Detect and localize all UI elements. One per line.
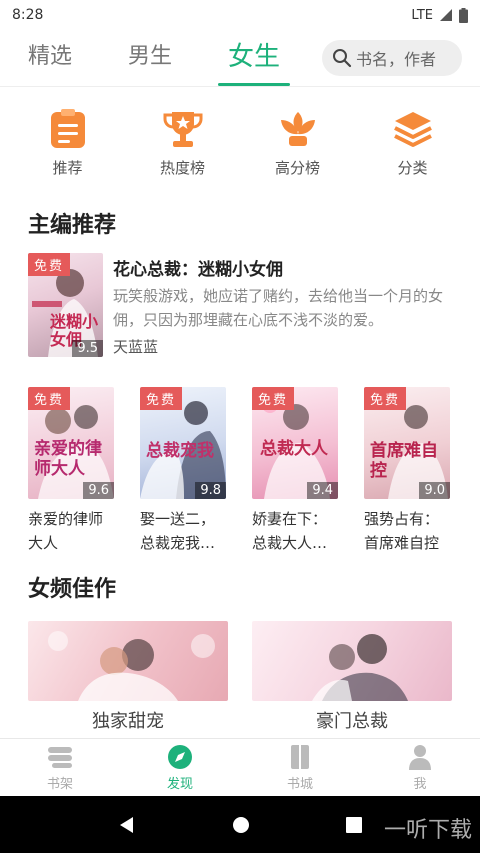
nav-me[interactable]: 我 [380, 743, 460, 792]
grid-book[interactable]: 总裁大人 免费 9.4 娇妻在下：总裁大人… [252, 387, 340, 555]
banner-wealthy-ceo[interactable]: 豪门总裁 [252, 621, 452, 733]
featured-title[interactable]: 花心总裁：迷糊小女佣 [113, 255, 452, 280]
bottom-nav-bar: 书架 发现 书城 我 [0, 738, 480, 796]
book-cover[interactable]: 总裁大人 免费 9.4 [252, 387, 338, 499]
cover-title: 亲爱的律师大人 [34, 439, 102, 479]
book-title[interactable]: 娇妻在下：总裁大人… [252, 507, 340, 555]
banner-label: 独家甜宠 [92, 711, 164, 732]
battery-icon [459, 7, 468, 23]
watermark: 一听下载 [384, 812, 472, 844]
shortcut-label: 分类 [397, 159, 428, 177]
flower-icon [276, 107, 320, 151]
shortcut-label: 推荐 [52, 159, 83, 177]
free-badge: 免费 [28, 253, 71, 276]
compass-icon [140, 743, 220, 771]
section-title-editor-pick: 主编推荐 [28, 213, 117, 238]
grid-book[interactable]: 总裁宠我 免费 9.8 娶一送二，总裁宠我… [140, 387, 228, 555]
tab-female[interactable]: 女生 [218, 30, 291, 86]
shortcut-category[interactable]: 分类 [368, 107, 458, 187]
clipboard-icon [46, 107, 90, 151]
trophy-icon [161, 107, 205, 151]
top-tab-bar: 精选 男生 女生 书名，作者 [0, 30, 480, 86]
banner-art [48, 631, 215, 701]
free-badge: 免费 [140, 387, 183, 410]
cover-title: 总裁大人 [260, 439, 328, 459]
shortcut-row: 推荐 热度榜 高分榜 分类 [0, 87, 480, 187]
featured-author: 天蓝蓝 [113, 338, 159, 356]
banner-label: 豪门总裁 [316, 711, 388, 732]
book-title[interactable]: 亲爱的律师大人 [28, 507, 116, 555]
cover-title: 首席难自控 [370, 441, 438, 481]
banner-sweet-love[interactable]: 独家甜宠 [28, 621, 228, 733]
free-badge: 免费 [364, 387, 407, 410]
book-grid: 亲爱的律师大人 免费 9.6 亲爱的律师大人 总裁宠我 免费 9.8 娶一送二，… [0, 387, 480, 555]
nav-label: 书城 [286, 777, 313, 792]
score-badge: 9.8 [195, 482, 226, 499]
score-badge: 9.4 [307, 482, 338, 499]
featured-book[interactable]: 迷糊小女佣 免费 9.5 花心总裁：迷糊小女佣 玩笑般游戏，她应诺了赌约，去给他… [0, 253, 480, 357]
banner-art [312, 634, 408, 701]
book-cover[interactable]: 总裁宠我 免费 9.8 [140, 387, 226, 499]
banner-image [252, 621, 452, 701]
shortcut-label: 热度榜 [159, 159, 205, 177]
nav-label: 发现 [166, 777, 193, 792]
bookshelf-icon [20, 743, 100, 771]
book-icon [260, 743, 340, 771]
nav-label: 书架 [46, 777, 73, 792]
back-icon[interactable] [117, 815, 137, 835]
free-badge: 免费 [252, 387, 295, 410]
shortcut-high-score[interactable]: 高分榜 [253, 107, 343, 187]
status-bar: 8:28 LTE [0, 0, 480, 30]
score-badge: 9.0 [419, 482, 450, 499]
person-icon [380, 743, 460, 771]
watermark-text: 一听下载 [383, 818, 472, 843]
nav-discover[interactable]: 发现 [140, 743, 220, 792]
tab-featured[interactable]: 精选 [28, 30, 72, 86]
shortcut-recommend[interactable]: 推荐 [23, 107, 113, 187]
grid-book[interactable]: 首席难自控 免费 9.0 强势占有：首席难自控 [364, 387, 452, 555]
score-badge: 9.5 [72, 340, 103, 357]
book-cover[interactable]: 首席难自控 免费 9.0 [364, 387, 450, 499]
grid-book[interactable]: 亲爱的律师大人 免费 9.6 亲爱的律师大人 [28, 387, 116, 555]
nav-bookstore[interactable]: 书城 [260, 743, 340, 792]
recents-icon[interactable] [345, 816, 363, 834]
book-cover[interactable]: 迷糊小女佣 免费 9.5 [28, 253, 103, 357]
signal-icon [440, 9, 452, 21]
book-cover[interactable]: 亲爱的律师大人 免费 9.6 [28, 387, 114, 499]
featured-info: 花心总裁：迷糊小女佣 玩笑般游戏，她应诺了赌约，去给他当一个月的女佣，只因为那埋… [113, 253, 452, 357]
main-content: 推荐 热度榜 高分榜 分类 主编推荐 迷糊小女佣 免费 9.5 花心总裁：迷糊小… [0, 86, 480, 738]
status-time: 8:28 [12, 7, 44, 23]
search-placeholder: 书名，作者 [356, 50, 437, 69]
nav-bookshelf[interactable]: 书架 [20, 743, 100, 792]
search-box[interactable]: 书名，作者 [322, 40, 462, 76]
search-icon [333, 49, 352, 68]
shortcut-hot-rank[interactable]: 热度榜 [138, 107, 228, 187]
featured-description: 玩笑般游戏，她应诺了赌约，去给他当一个月的女佣，只因为那埋藏在心底不浅不淡的爱。 [113, 287, 444, 329]
free-badge: 免费 [28, 387, 71, 410]
home-icon[interactable] [231, 815, 251, 835]
tab-male[interactable]: 男生 [128, 30, 172, 86]
cover-title: 总裁宠我 [146, 441, 214, 461]
network-label: LTE [411, 7, 433, 23]
score-badge: 9.6 [83, 482, 114, 499]
section-title-female-works: 女频佳作 [28, 577, 117, 602]
banner-image [28, 621, 228, 701]
shortcut-label: 高分榜 [274, 159, 320, 177]
layers-icon [391, 107, 435, 151]
banner-row: 独家甜宠 豪门总裁 [0, 621, 480, 733]
status-icons: LTE [411, 7, 468, 23]
nav-label: 我 [413, 777, 427, 792]
book-title[interactable]: 强势占有：首席难自控 [364, 507, 452, 555]
book-title[interactable]: 娶一送二，总裁宠我… [140, 507, 228, 555]
